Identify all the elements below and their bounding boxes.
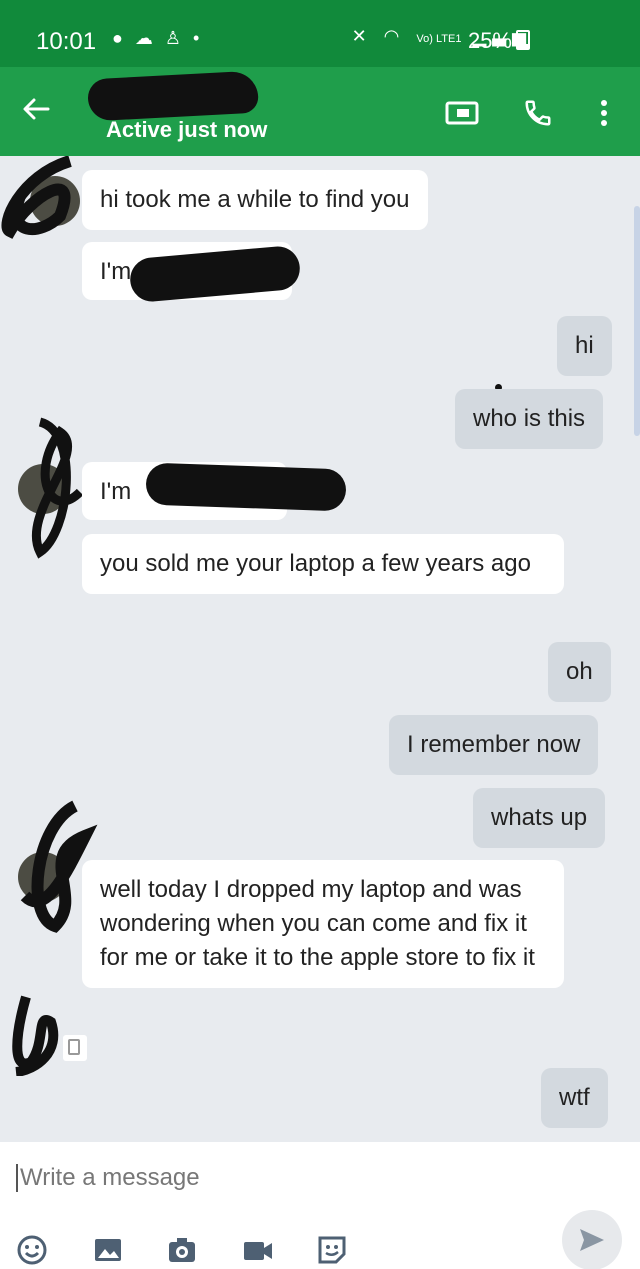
message-bubble-outgoing[interactable]: hi bbox=[557, 316, 612, 376]
message-bubble-outgoing[interactable]: I remember now bbox=[389, 715, 599, 775]
conversation-header: Active just now bbox=[0, 67, 640, 156]
message-input[interactable]: Write a message bbox=[16, 1164, 200, 1192]
wifi-icon: ◠ bbox=[383, 26, 406, 46]
message-text: I'm bbox=[100, 478, 132, 505]
message-text: hi took me a while to find you bbox=[100, 186, 410, 213]
sticker-icon[interactable] bbox=[316, 1234, 348, 1266]
message-bubble-outgoing[interactable]: who is this bbox=[455, 389, 604, 449]
more-options-button[interactable] bbox=[586, 95, 622, 131]
scrollbar[interactable] bbox=[634, 206, 640, 436]
message-bubble-outgoing[interactable]: whats up bbox=[473, 788, 606, 848]
battery-icon bbox=[516, 30, 530, 50]
contact-name-redaction bbox=[87, 70, 259, 122]
message-text: I'm bbox=[100, 258, 132, 285]
phone-icon bbox=[525, 100, 551, 126]
message-text: who is this bbox=[473, 405, 586, 432]
phone-device-icon bbox=[63, 1035, 87, 1061]
avatar-scribble bbox=[12, 995, 59, 1076]
message-text: hi bbox=[575, 332, 594, 359]
camera-icon[interactable] bbox=[166, 1234, 198, 1266]
message-text: oh bbox=[566, 658, 593, 685]
send-icon bbox=[580, 1229, 604, 1251]
battery-percent: 25% bbox=[467, 28, 512, 53]
message-list[interactable]: hi took me a while to find you I'm hi wh… bbox=[0, 156, 640, 1142]
message-bubble-incoming[interactable]: you sold me your laptop a few years ago bbox=[82, 534, 564, 594]
network-label: Vo) LTE1 bbox=[416, 33, 462, 45]
emoji-icon[interactable] bbox=[16, 1234, 48, 1266]
message-bubble-outgoing[interactable]: oh bbox=[548, 642, 611, 702]
more-options-icon bbox=[601, 100, 607, 126]
status-bar: 10:01 ●☁♙• ✕ ◠ Vo) LTE1 ▁▃▅ 25% bbox=[0, 0, 640, 67]
chat-bubble-icon: ● bbox=[112, 28, 135, 48]
dot-icon: • bbox=[193, 28, 212, 48]
send-button[interactable] bbox=[562, 1210, 622, 1269]
message-text: you sold me your laptop a few years ago bbox=[100, 550, 531, 577]
weather-icon: ☁ bbox=[134, 28, 165, 48]
message-bubble-incoming[interactable]: hi took me a while to find you bbox=[82, 170, 428, 230]
contact-status: Active just now bbox=[106, 117, 268, 142]
message-text: I remember now bbox=[407, 731, 581, 758]
message-composer: Write a message bbox=[0, 1142, 640, 1269]
status-time: 10:01 bbox=[36, 28, 97, 55]
status-notification-icons: ●☁♙• bbox=[112, 28, 211, 49]
message-text: well today I dropped my laptop and was w… bbox=[100, 876, 535, 971]
message-text: whats up bbox=[491, 804, 588, 831]
message-bubble-outgoing[interactable]: wtf bbox=[541, 1068, 608, 1128]
image-icon[interactable] bbox=[92, 1234, 124, 1266]
redaction-scribble bbox=[145, 462, 347, 512]
back-arrow-icon[interactable] bbox=[20, 93, 52, 125]
accessibility-icon: ♙ bbox=[164, 28, 194, 48]
video-call-icon bbox=[445, 101, 479, 125]
mute-icon: ✕ bbox=[351, 26, 373, 46]
video-icon[interactable] bbox=[242, 1234, 274, 1266]
video-call-button[interactable] bbox=[444, 95, 480, 131]
message-text: wtf bbox=[559, 1084, 590, 1111]
message-bubble-incoming[interactable]: well today I dropped my laptop and was w… bbox=[82, 860, 564, 988]
phone-call-button[interactable] bbox=[520, 95, 556, 131]
